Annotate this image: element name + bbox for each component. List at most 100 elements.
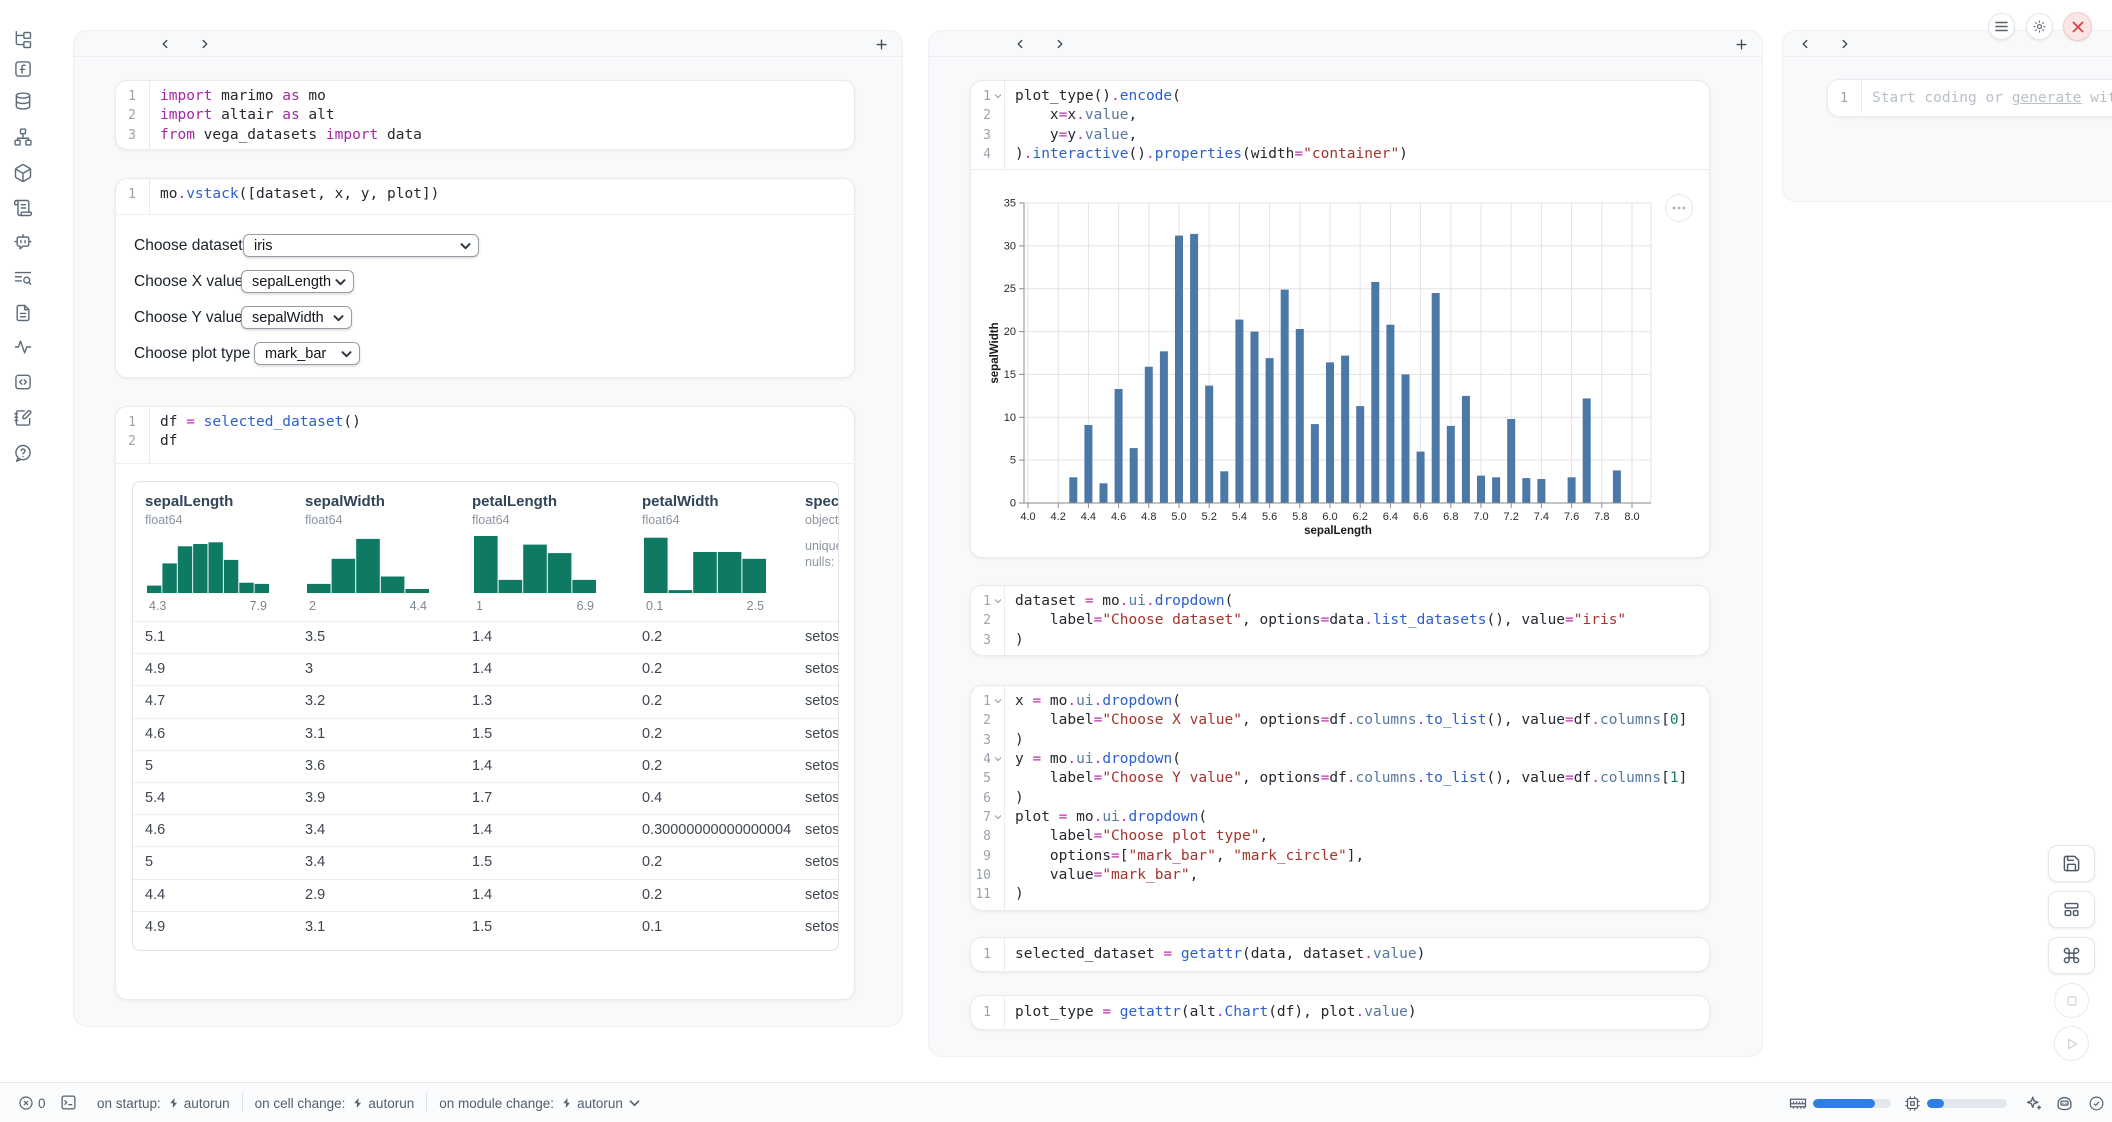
documentation-icon[interactable] bbox=[13, 303, 33, 323]
packages-icon[interactable] bbox=[13, 163, 33, 183]
code-editor[interactable]: 1 Start coding or generate with bbox=[1828, 80, 2112, 114]
run-button[interactable] bbox=[2054, 1026, 2089, 1061]
close-button[interactable] bbox=[2063, 12, 2092, 41]
column-header[interactable]: species bbox=[805, 493, 838, 510]
column-histogram[interactable] bbox=[147, 536, 269, 598]
code-editor[interactable]: 1plot_type = getattr(alt.Chart(df), plot… bbox=[971, 996, 1709, 1028]
table-row[interactable]: 4.63.11.50.2setosa bbox=[133, 718, 838, 750]
code-editor[interactable]: 1plot_type().encode(2 x=x.value,3 y=y.va… bbox=[971, 81, 1709, 169]
column-collapse-right-icon[interactable] bbox=[1053, 37, 1067, 51]
column-collapse-left-icon[interactable] bbox=[1798, 37, 1812, 51]
connection-status-icon[interactable] bbox=[2088, 1095, 2105, 1112]
snippets-icon[interactable] bbox=[13, 372, 33, 392]
table-row[interactable]: 53.41.50.2setosa bbox=[133, 846, 838, 878]
dropdown-select-choose-dataset[interactable]: iris bbox=[243, 234, 479, 257]
column-histogram[interactable] bbox=[644, 536, 766, 598]
menu-button[interactable] bbox=[1988, 13, 2015, 40]
column-collapse-left-icon[interactable] bbox=[1013, 37, 1027, 51]
column-header[interactable]: sepalWidth bbox=[305, 493, 455, 510]
table-row[interactable]: 4.73.21.30.2setosa bbox=[133, 685, 838, 717]
line-number: 4 bbox=[971, 750, 991, 769]
dropdown-select-choose-plot-type[interactable]: mark_bar bbox=[254, 342, 360, 365]
ai-sparkle-icon[interactable] bbox=[2024, 1094, 2043, 1113]
column-header[interactable]: sepalLength bbox=[145, 493, 295, 510]
settings-button[interactable] bbox=[2026, 13, 2053, 40]
tracing-icon[interactable] bbox=[13, 337, 33, 357]
fold-icon[interactable] bbox=[991, 808, 1004, 827]
altair-bar-chart[interactable]: 4.04.24.44.64.85.05.25.45.65.86.06.26.46… bbox=[971, 170, 1710, 558]
table-row[interactable]: 4.931.40.2setosa bbox=[133, 653, 838, 685]
hist-max: 7.9 bbox=[250, 599, 267, 613]
save-button[interactable] bbox=[2048, 845, 2095, 882]
code-editor[interactable]: 1dataset = mo.ui.dropdown(2 label="Choos… bbox=[971, 586, 1709, 656]
code-placeholder[interactable]: Start coding or generate with bbox=[1861, 89, 2112, 108]
line-number: 9 bbox=[971, 847, 991, 866]
dependency-graph-icon[interactable] bbox=[13, 127, 33, 147]
column-histogram[interactable] bbox=[474, 536, 596, 598]
on-module-change-label: on module change: bbox=[439, 1096, 554, 1111]
help-icon[interactable] bbox=[13, 443, 33, 463]
add-cell-button[interactable] bbox=[874, 37, 889, 52]
copilot-icon[interactable] bbox=[2055, 1094, 2074, 1113]
table-row[interactable]: 4.63.41.40.30000000000000004setosa bbox=[133, 814, 838, 846]
table-row[interactable]: 4.93.11.50.1setosa bbox=[133, 911, 838, 943]
code-line: label="Choose dataset", options=data.lis… bbox=[1004, 611, 1626, 630]
database-icon[interactable] bbox=[13, 91, 33, 111]
line-number: 3 bbox=[971, 631, 991, 650]
table-cell: 0.1 bbox=[642, 919, 662, 935]
file-tree-icon[interactable] bbox=[13, 30, 33, 50]
functions-icon[interactable] bbox=[13, 59, 33, 79]
line-number: 2 bbox=[116, 432, 136, 451]
code-cell-dataframe[interactable]: 1df = selected_dataset()2df sepalLengthf… bbox=[115, 406, 855, 1000]
table-row[interactable]: 5.13.51.40.2setosa bbox=[133, 621, 838, 653]
layout-button[interactable] bbox=[2048, 891, 2095, 928]
code-cell-empty[interactable]: 1 Start coding or generate with bbox=[1827, 79, 2112, 117]
hist-min: 1 bbox=[476, 599, 483, 613]
fold-icon[interactable] bbox=[991, 592, 1004, 611]
errors-icon[interactable] bbox=[18, 1095, 34, 1116]
chart-menu-button[interactable] bbox=[1665, 194, 1693, 222]
dataframe-table[interactable]: sepalLengthfloat644.37.9sepalWidthfloat6… bbox=[132, 481, 839, 951]
code-editor[interactable]: 1x = mo.ui.dropdown(2 label="Choose X va… bbox=[971, 686, 1709, 911]
table-row[interactable]: 53.61.40.2setosa bbox=[133, 750, 838, 782]
code-editor[interactable]: 1selected_dataset = getattr(data, datase… bbox=[971, 938, 1709, 970]
logs-icon[interactable] bbox=[13, 198, 33, 218]
code-editor[interactable]: 1df = selected_dataset()2df bbox=[116, 407, 854, 463]
generate-link[interactable]: generate bbox=[2012, 90, 2082, 106]
code-cell-imports[interactable]: 1import marimo as mo2import altair as al… bbox=[115, 80, 855, 150]
table-cell: 1.4 bbox=[472, 887, 492, 903]
add-cell-button[interactable] bbox=[1734, 37, 1749, 52]
column-collapse-right-icon[interactable] bbox=[198, 37, 212, 51]
fold-icon[interactable] bbox=[991, 692, 1004, 711]
hist-max: 6.9 bbox=[577, 599, 594, 613]
dropdown-select-choose-y-value[interactable]: sepalWidth bbox=[241, 306, 352, 329]
table-row[interactable]: 5.43.91.70.4setosa bbox=[133, 782, 838, 814]
code-cell-selected-dataset[interactable]: 1selected_dataset = getattr(data, datase… bbox=[970, 937, 1710, 972]
column-histogram[interactable] bbox=[307, 536, 429, 598]
scratchpad-icon[interactable] bbox=[13, 408, 33, 428]
column-header[interactable]: petalWidth bbox=[642, 493, 792, 510]
code-cell-plot-type[interactable]: 1plot_type = getattr(alt.Chart(df), plot… bbox=[970, 995, 1710, 1030]
stop-button[interactable] bbox=[2054, 983, 2089, 1018]
fold-icon[interactable] bbox=[991, 87, 1004, 106]
code-editor[interactable]: 1import marimo as mo2import altair as al… bbox=[116, 81, 854, 150]
runtime-config[interactable]: on startup: autorun on cell change: auto… bbox=[97, 1083, 640, 1122]
code-cell-plot[interactable]: 1plot_type().encode(2 x=x.value,3 y=y.va… bbox=[970, 80, 1710, 558]
code-line: from vega_datasets import data bbox=[149, 126, 422, 145]
code-cell-vstack[interactable]: 1mo.vstack([dataset, x, y, plot]) Choose… bbox=[115, 178, 855, 378]
fold-icon[interactable] bbox=[991, 750, 1004, 769]
text-search-icon[interactable] bbox=[13, 268, 33, 288]
terminal-icon[interactable] bbox=[60, 1094, 77, 1116]
code-cell-xy-dropdowns[interactable]: 1x = mo.ui.dropdown(2 label="Choose X va… bbox=[970, 685, 1710, 911]
code-cell-dataset-dropdown[interactable]: 1dataset = mo.ui.dropdown(2 label="Choos… bbox=[970, 585, 1710, 656]
svg-text:sepalWidth: sepalWidth bbox=[989, 322, 1001, 383]
column-collapse-left-icon[interactable] bbox=[158, 37, 172, 51]
table-row[interactable]: 4.42.91.40.2setosa bbox=[133, 879, 838, 911]
ai-chat-icon[interactable] bbox=[13, 232, 33, 252]
table-cell: 4.9 bbox=[145, 919, 165, 935]
column-collapse-right-icon[interactable] bbox=[1838, 37, 1852, 51]
dropdown-select-choose-x-value[interactable]: sepalLength bbox=[241, 270, 354, 293]
command-palette-button[interactable] bbox=[2048, 937, 2095, 974]
column-header[interactable]: petalLength bbox=[472, 493, 622, 510]
code-editor[interactable]: 1mo.vstack([dataset, x, y, plot]) bbox=[116, 179, 854, 214]
